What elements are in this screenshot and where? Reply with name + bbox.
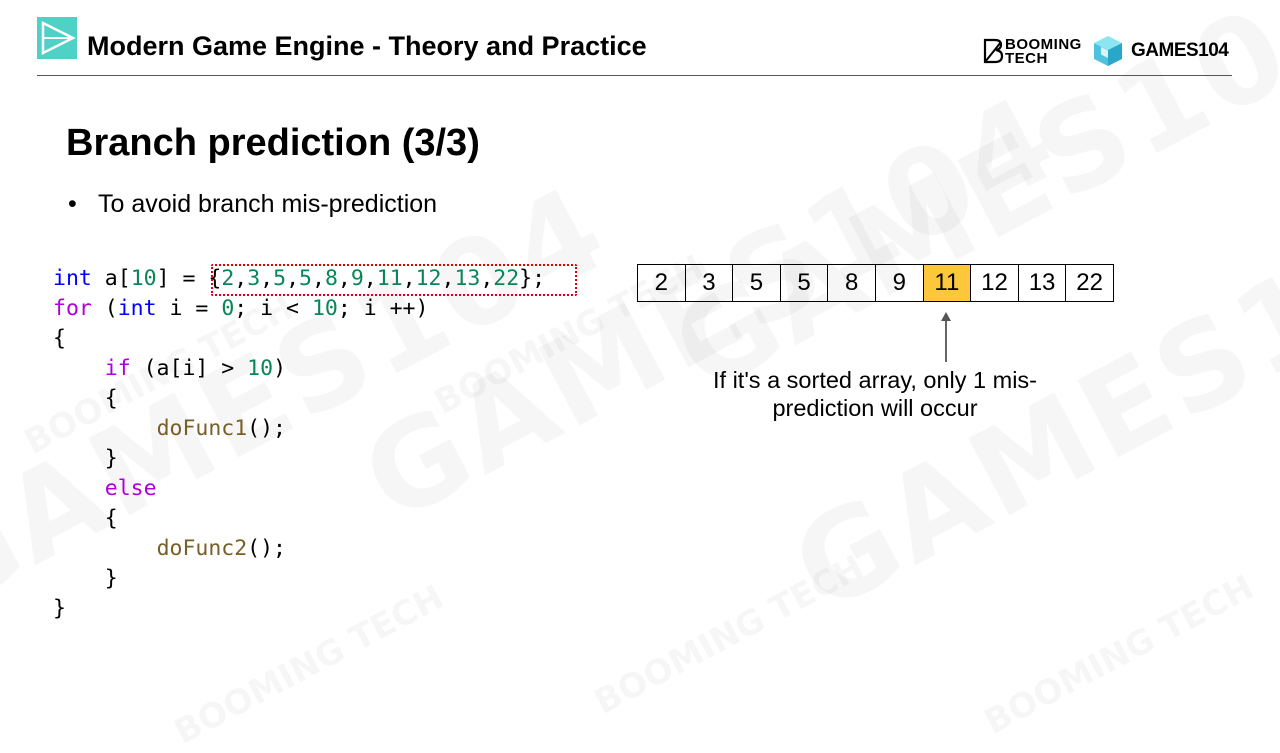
code-token: ,: [402, 266, 416, 291]
code-line: else: [53, 474, 545, 504]
code-token: };: [519, 266, 546, 291]
array-cell: 12: [971, 264, 1019, 302]
code-token: (: [91, 296, 118, 321]
code-token: else: [104, 476, 157, 501]
code-token: }: [53, 566, 118, 591]
array-cell: 13: [1018, 264, 1067, 302]
code-token: 5: [273, 266, 287, 291]
booming-mark-icon: [983, 38, 1004, 64]
watermark-booming: BOOMING TECH: [980, 572, 1257, 739]
code-token: }: [53, 596, 66, 621]
code-token: 3: [247, 266, 261, 291]
code-token: ,: [311, 266, 325, 291]
watermark-booming: BOOMING TECH: [590, 552, 867, 719]
code-token: ,: [480, 266, 494, 291]
code-token: doFunc2: [156, 536, 248, 561]
games104-cube-icon: [1094, 36, 1122, 66]
slide-header: Modern Game Engine - Theory and Practice…: [0, 0, 1280, 78]
code-token: ();: [247, 416, 287, 441]
code-token: 5: [299, 266, 312, 291]
code-token: ,: [260, 266, 274, 291]
array-cell: 22: [1066, 264, 1114, 302]
code-token: a[: [91, 266, 131, 291]
code-token: 8: [324, 266, 338, 291]
code-token: 2: [221, 266, 235, 291]
code-token: 12: [415, 266, 442, 291]
array-cell: 9: [875, 264, 924, 302]
code-token: int: [53, 266, 92, 291]
code-token: i =: [156, 296, 222, 321]
code-token: ,: [286, 266, 300, 291]
code-line: for (int i = 0; i < 10; i ++): [53, 294, 545, 324]
code-token: {: [53, 506, 118, 531]
array-cell: 5: [780, 264, 829, 302]
code-token: 11: [376, 266, 403, 291]
code-token: ; i ++): [337, 296, 429, 321]
code-line: doFunc2();: [53, 534, 545, 564]
code-token: int: [117, 296, 157, 321]
code-token: doFunc1: [156, 416, 248, 441]
code-line: }: [53, 444, 545, 474]
booming-tech-text: BOOMING TECH: [1005, 36, 1082, 67]
array-caption: If it's a sorted array, only 1 mis-predi…: [712, 367, 1037, 421]
code-token: 10: [247, 356, 274, 381]
slide-title: Branch prediction (3/3): [66, 122, 480, 164]
code-line: }: [53, 594, 545, 624]
code-token: ] = {: [156, 266, 222, 291]
array-cell: 2: [638, 264, 686, 302]
code-token: 13: [454, 266, 481, 291]
games104-logo-text: GAMES104: [1131, 40, 1229, 61]
code-token: 0: [221, 296, 235, 321]
code-token: 22: [493, 266, 520, 291]
code-token: {: [53, 326, 66, 351]
code-token: ; i <: [234, 296, 312, 321]
code-line: int a[10] = {2,3,5,5,8,9,11,12,13,22};: [53, 264, 545, 294]
code-token: ,: [363, 266, 377, 291]
code-token: ();: [247, 536, 287, 561]
sorted-array: 2 3 5 5 8 9 11 12 13 22: [637, 264, 1114, 302]
code-line: {: [53, 384, 545, 414]
array-cell-highlighted: 11: [923, 264, 972, 302]
bullet-text: To avoid branch mis-prediction: [98, 190, 438, 218]
code-token: ): [273, 356, 287, 381]
code-line: {: [53, 504, 545, 534]
code-block: int a[10] = {2,3,5,5,8,9,11,12,13,22}; fo…: [53, 264, 545, 624]
code-token: }: [53, 446, 118, 471]
array-cell: 3: [685, 264, 734, 302]
array-cell: 5: [733, 264, 781, 302]
array-cell: 8: [828, 264, 876, 302]
code-token: 9: [350, 266, 364, 291]
code-token: ,: [441, 266, 455, 291]
bullet-item: • To avoid branch mis-prediction: [68, 189, 437, 219]
code-token: if: [104, 356, 131, 381]
bullet-marker: •: [68, 190, 77, 218]
code-line: if (a[i] > 10): [53, 354, 545, 384]
header-divider: [37, 75, 1232, 76]
code-token: {: [53, 386, 118, 411]
code-token: ,: [234, 266, 248, 291]
code-token: 10: [311, 296, 338, 321]
code-token: 10: [130, 266, 157, 291]
course-title: Modern Game Engine - Theory and Practice: [87, 31, 647, 61]
code-token: for: [53, 296, 92, 321]
up-arrow-icon: [941, 312, 951, 362]
code-token: ,: [337, 266, 351, 291]
code-token: (a[i] >: [130, 356, 248, 381]
booming-tech-logo: BOOMING TECH: [983, 36, 1083, 68]
games104-play-logo-icon: [37, 17, 77, 59]
code-line: }: [53, 564, 545, 594]
code-line: {: [53, 324, 545, 354]
code-line: doFunc1();: [53, 414, 545, 444]
